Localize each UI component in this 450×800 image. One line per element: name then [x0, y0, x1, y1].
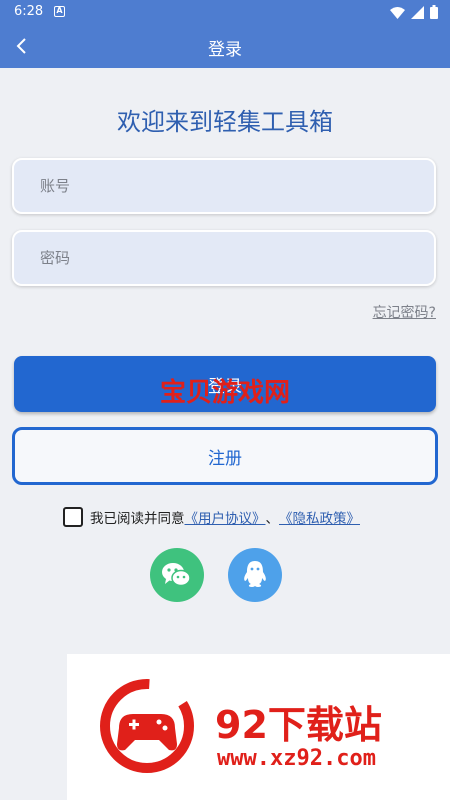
- password-input[interactable]: [14, 232, 434, 284]
- ad-brand: 92下载站: [215, 703, 382, 747]
- ad-banner: 92下载站 www.xz92.com: [67, 654, 450, 800]
- forgot-password-link[interactable]: 忘记密码?: [373, 302, 436, 322]
- wechat-icon: [162, 563, 191, 587]
- status-bar: 6:28 A: [0, 0, 450, 24]
- login-button[interactable]: 登录: [14, 356, 436, 412]
- signal-icon: [411, 5, 424, 19]
- privacy-policy-link[interactable]: 《隐私政策》: [279, 507, 360, 527]
- account-input[interactable]: [14, 160, 434, 212]
- qq-login-button[interactable]: [228, 548, 282, 602]
- notification-icon: A: [54, 6, 65, 17]
- status-icons: [390, 5, 438, 19]
- password-field[interactable]: [12, 230, 436, 286]
- welcome-heading: 欢迎来到轻集工具箱: [117, 108, 333, 136]
- wifi-icon: [390, 6, 405, 19]
- status-time: 6:28: [14, 4, 44, 19]
- agreement-prefix: 我已阅读并同意: [90, 511, 185, 527]
- app-bar: 登录: [0, 24, 450, 68]
- agreement-checkbox[interactable]: [63, 507, 83, 527]
- user-agreement-link[interactable]: 《用户协议》: [185, 507, 266, 527]
- account-field[interactable]: [12, 158, 436, 214]
- qq-icon: [244, 561, 266, 587]
- register-button[interactable]: 注册: [12, 427, 438, 485]
- agreement-separator: 、: [265, 511, 280, 527]
- ad-url: www.xz92.com: [217, 746, 376, 771]
- wechat-login-button[interactable]: [150, 548, 204, 602]
- agreement-row: 我已阅读并同意 《用户协议》 、 《隐私政策》: [63, 507, 360, 527]
- page-title: 登录: [208, 40, 242, 60]
- battery-icon: [430, 5, 438, 19]
- game-controller-logo-icon: [100, 679, 194, 773]
